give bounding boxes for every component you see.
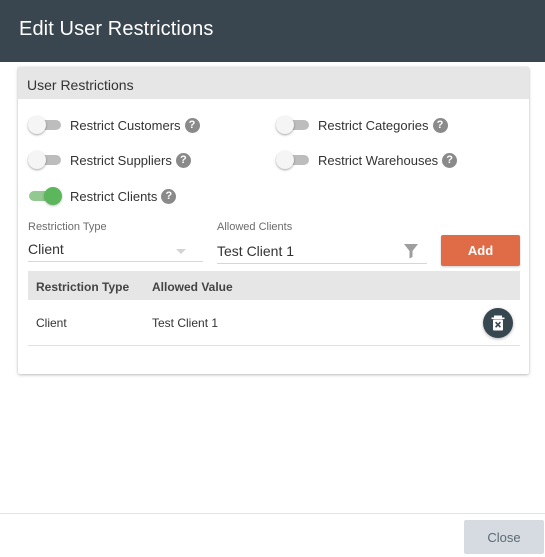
restrict-clients-switch[interactable] — [28, 187, 62, 205]
toggle-label: Restrict Suppliers — [70, 152, 172, 168]
cell-restriction-type: Client — [36, 316, 67, 330]
card-title: User Restrictions — [27, 77, 134, 93]
filter-icon[interactable] — [403, 243, 419, 259]
table-header: Restriction Type Allowed Value — [28, 271, 520, 300]
toggle-restrict-suppliers[interactable]: Restrict Suppliers ? — [28, 151, 191, 169]
delete-icon — [491, 315, 505, 331]
close-button[interactable]: Close — [464, 520, 544, 554]
add-button[interactable]: Add — [441, 235, 520, 266]
restrict-customers-switch[interactable] — [28, 116, 62, 134]
allowed-clients-value: Test Client 1 — [217, 243, 295, 259]
toggle-restrict-customers[interactable]: Restrict Customers ? — [28, 116, 200, 134]
restrict-warehouses-switch[interactable] — [276, 151, 310, 169]
restriction-type-select[interactable]: Client — [28, 238, 203, 262]
toggle-label: Restrict Categories — [318, 117, 429, 133]
toggle-restrict-categories[interactable]: Restrict Categories ? — [276, 116, 448, 134]
toggle-label: Restrict Customers — [70, 117, 181, 133]
column-header-allowed-value[interactable]: Allowed Value — [152, 280, 233, 294]
toggle-label: Restrict Warehouses — [318, 152, 439, 168]
column-header-restriction-type[interactable]: Restriction Type — [36, 280, 129, 294]
card-header: User Restrictions — [18, 67, 529, 99]
restriction-type-label: Restriction Type — [28, 221, 107, 233]
restriction-type-value: Client — [28, 241, 64, 257]
help-icon[interactable]: ? — [184, 117, 200, 133]
dialog-header: Edit User Restrictions — [0, 0, 545, 62]
help-icon[interactable]: ? — [175, 152, 191, 168]
toggle-restrict-warehouses[interactable]: Restrict Warehouses ? — [276, 151, 458, 169]
restrict-categories-switch[interactable] — [276, 116, 310, 134]
edit-user-restrictions-dialog: Edit User Restrictions User Restrictions… — [0, 0, 545, 557]
toggle-restrict-clients[interactable]: Restrict Clients ? — [28, 187, 177, 205]
restrictions-table: Restriction Type Allowed Value Client Te… — [28, 271, 520, 346]
footer-divider — [0, 513, 545, 514]
cell-allowed-value: Test Client 1 — [152, 316, 219, 330]
chevron-down-icon — [176, 249, 186, 254]
delete-row-button[interactable] — [483, 308, 513, 338]
dialog-title: Edit User Restrictions — [19, 18, 214, 40]
toggle-label: Restrict Clients — [70, 188, 158, 204]
help-icon[interactable]: ? — [161, 188, 177, 204]
allowed-clients-label: Allowed Clients — [217, 221, 293, 233]
help-icon[interactable]: ? — [432, 117, 448, 133]
help-icon[interactable]: ? — [442, 152, 458, 168]
table-row: Client Test Client 1 — [28, 300, 520, 346]
restrict-suppliers-switch[interactable] — [28, 151, 62, 169]
allowed-clients-input[interactable]: Test Client 1 — [217, 240, 427, 264]
